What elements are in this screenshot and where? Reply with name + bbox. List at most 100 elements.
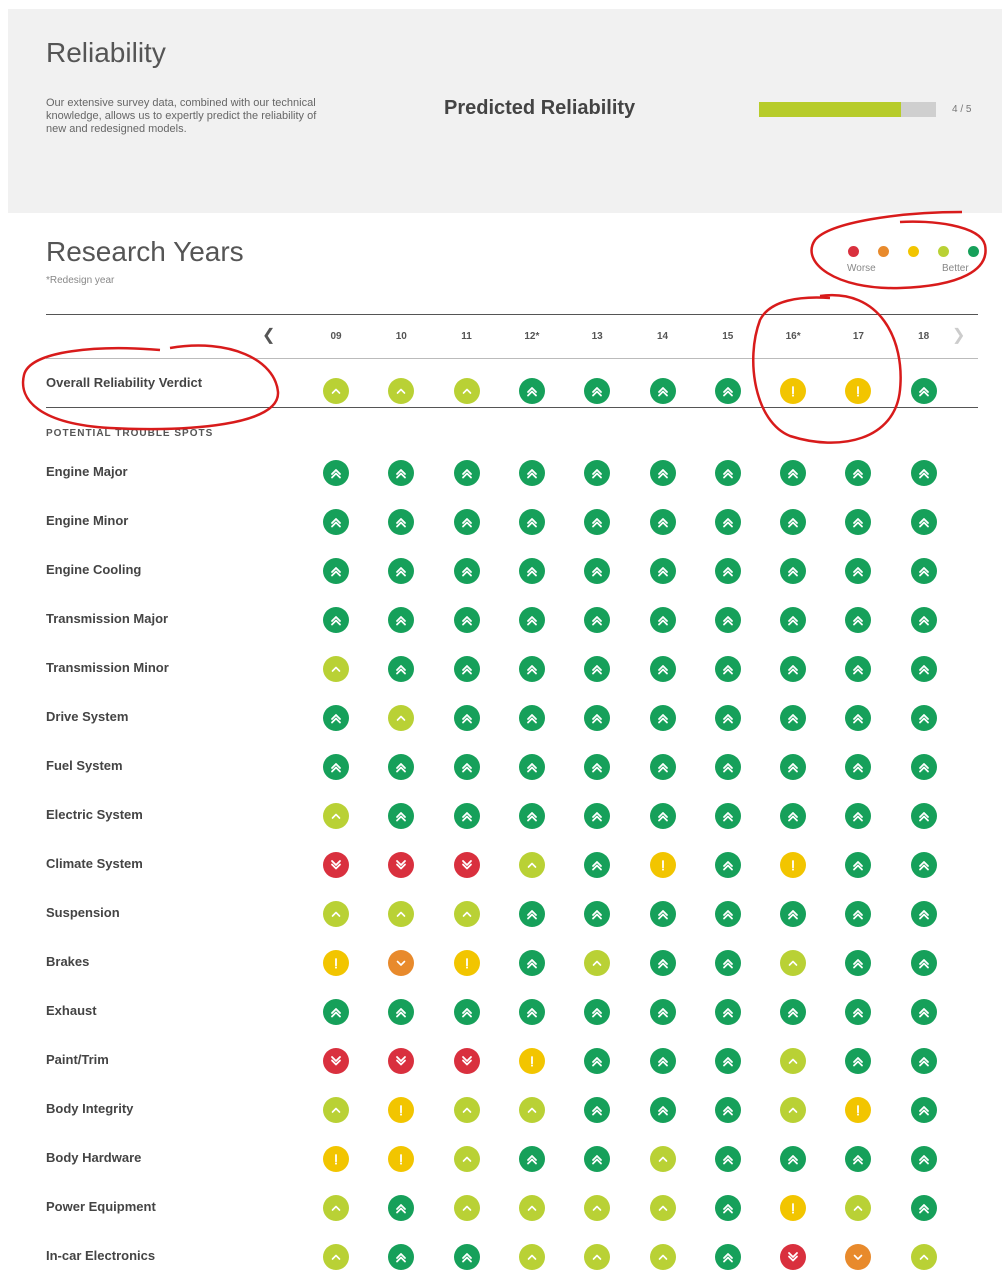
double-chevron-up-icon xyxy=(788,616,798,626)
double-chevron-down-icon xyxy=(788,1252,798,1262)
double-chevron-up-icon xyxy=(331,469,341,479)
rating-dot-in-car-electronics xyxy=(714,1244,741,1270)
rating-dot-suspension xyxy=(323,901,349,927)
double-chevron-down-icon xyxy=(331,1056,341,1066)
next-years-chevron-icon[interactable]: ❯ xyxy=(952,325,965,345)
rating-dot-overall-verdict xyxy=(388,378,415,404)
rating-dot-drive-system xyxy=(649,705,676,731)
rating-dot-engine-minor xyxy=(453,509,480,535)
rating-dot-engine-cooling xyxy=(910,558,937,584)
year-header: 11 xyxy=(461,331,472,342)
rating-dot-engine-minor xyxy=(518,509,545,535)
rating-dot-body-integrity xyxy=(323,1097,349,1123)
trouble-spot-label-engine-major: Engine Major xyxy=(46,464,128,479)
double-chevron-up-icon xyxy=(592,567,603,577)
chevron-up-icon xyxy=(658,1205,667,1211)
rating-dot-engine-minor xyxy=(845,509,872,535)
double-chevron-up-icon xyxy=(918,714,929,724)
rating-dot-engine-major xyxy=(323,460,349,486)
double-chevron-up-icon xyxy=(918,1008,929,1018)
rating-dot-fuel-system xyxy=(518,754,545,780)
previous-years-chevron-icon[interactable]: ❮ xyxy=(262,325,275,345)
rating-dot-climate-system xyxy=(649,852,676,878)
rating-dot-body-integrity xyxy=(910,1097,937,1123)
rating-dot-engine-minor xyxy=(388,509,415,535)
rating-dot-climate-system xyxy=(910,852,937,878)
double-chevron-up-icon xyxy=(918,616,929,626)
year-header: 13 xyxy=(591,331,603,342)
rating-dot-overall-verdict xyxy=(453,378,480,404)
double-chevron-up-icon xyxy=(853,910,864,920)
rating-dot-transmission-major xyxy=(649,607,676,633)
double-chevron-up-icon xyxy=(722,567,733,577)
year-header: 18 xyxy=(918,331,930,342)
overall-verdict-label: Overall Reliability Verdict xyxy=(46,375,203,390)
rating-dot-fuel-system xyxy=(910,754,937,780)
year-header: 09 xyxy=(330,331,342,342)
rating-dot-drive-system xyxy=(780,705,807,731)
rating-dot-climate-system xyxy=(453,852,480,878)
rating-dot-climate-system xyxy=(845,852,872,878)
predicted-reliability-bar xyxy=(759,102,936,117)
double-chevron-up-icon xyxy=(657,616,668,626)
rating-dot-suspension xyxy=(714,901,741,927)
double-chevron-up-icon xyxy=(592,1057,603,1067)
double-chevron-up-icon xyxy=(722,387,733,397)
rating-dot-overall-verdict xyxy=(518,378,545,404)
rating-dot-fuel-system xyxy=(453,754,480,780)
legend-dot-average xyxy=(908,246,919,257)
chevron-up-icon xyxy=(462,1205,471,1211)
chevron-up-icon xyxy=(658,1254,667,1260)
double-chevron-up-icon xyxy=(918,1155,929,1165)
double-chevron-up-icon xyxy=(396,518,407,528)
rating-dot-brakes xyxy=(910,950,937,976)
double-chevron-up-icon xyxy=(853,861,864,871)
rating-dot-engine-cooling xyxy=(518,558,545,584)
double-chevron-up-icon xyxy=(526,616,537,626)
double-chevron-up-icon xyxy=(592,714,603,724)
exclamation-icon xyxy=(465,958,468,969)
double-chevron-up-icon xyxy=(592,861,603,871)
double-chevron-up-icon xyxy=(722,763,733,773)
double-chevron-up-icon xyxy=(331,1008,341,1018)
predicted-reliability-score: 4 / 5 xyxy=(952,104,972,115)
rating-dot-overall-verdict xyxy=(649,378,676,404)
exclamation-icon xyxy=(792,860,795,871)
double-chevron-up-icon xyxy=(918,469,929,479)
double-chevron-up-icon xyxy=(592,1106,603,1116)
rating-dot-body-hardware xyxy=(323,1146,349,1172)
double-chevron-up-icon xyxy=(788,469,798,479)
double-chevron-up-icon xyxy=(722,469,733,479)
rating-dot-electric-system xyxy=(714,803,741,829)
trouble-spot-label-brakes: Brakes xyxy=(46,954,90,969)
rating-dot-climate-system xyxy=(780,852,807,878)
double-chevron-up-icon xyxy=(526,910,537,920)
double-chevron-up-icon xyxy=(592,910,603,920)
rating-dot-power-equipment xyxy=(518,1195,545,1221)
rating-dot-drive-system xyxy=(714,705,741,731)
chevron-up-icon xyxy=(396,715,406,721)
rating-dot-drive-system xyxy=(323,705,349,731)
double-chevron-up-icon xyxy=(657,469,668,479)
rating-dot-transmission-minor xyxy=(453,656,480,682)
double-chevron-up-icon xyxy=(592,665,603,675)
chevron-up-icon xyxy=(331,1205,341,1211)
double-chevron-up-icon xyxy=(722,910,733,920)
rating-dot-paint-trim xyxy=(649,1048,676,1074)
chevron-down-icon xyxy=(854,1254,863,1260)
double-chevron-up-icon xyxy=(526,567,537,577)
double-chevron-up-icon xyxy=(526,387,537,397)
rating-dot-exhaust xyxy=(584,999,611,1025)
rating-dot-paint-trim xyxy=(518,1048,545,1074)
rating-dot-power-equipment xyxy=(584,1195,611,1221)
rating-dot-body-integrity xyxy=(845,1097,872,1123)
rating-dot-brakes xyxy=(584,950,611,976)
rating-dot-engine-major xyxy=(518,460,545,486)
double-chevron-up-icon xyxy=(788,763,798,773)
predicted-reliability-bar-fill xyxy=(759,102,901,117)
double-chevron-up-icon xyxy=(722,1253,733,1263)
chevron-up-icon xyxy=(396,388,406,394)
double-chevron-up-icon xyxy=(722,665,733,675)
rating-dot-transmission-minor xyxy=(649,656,676,682)
double-chevron-up-icon xyxy=(331,763,341,773)
